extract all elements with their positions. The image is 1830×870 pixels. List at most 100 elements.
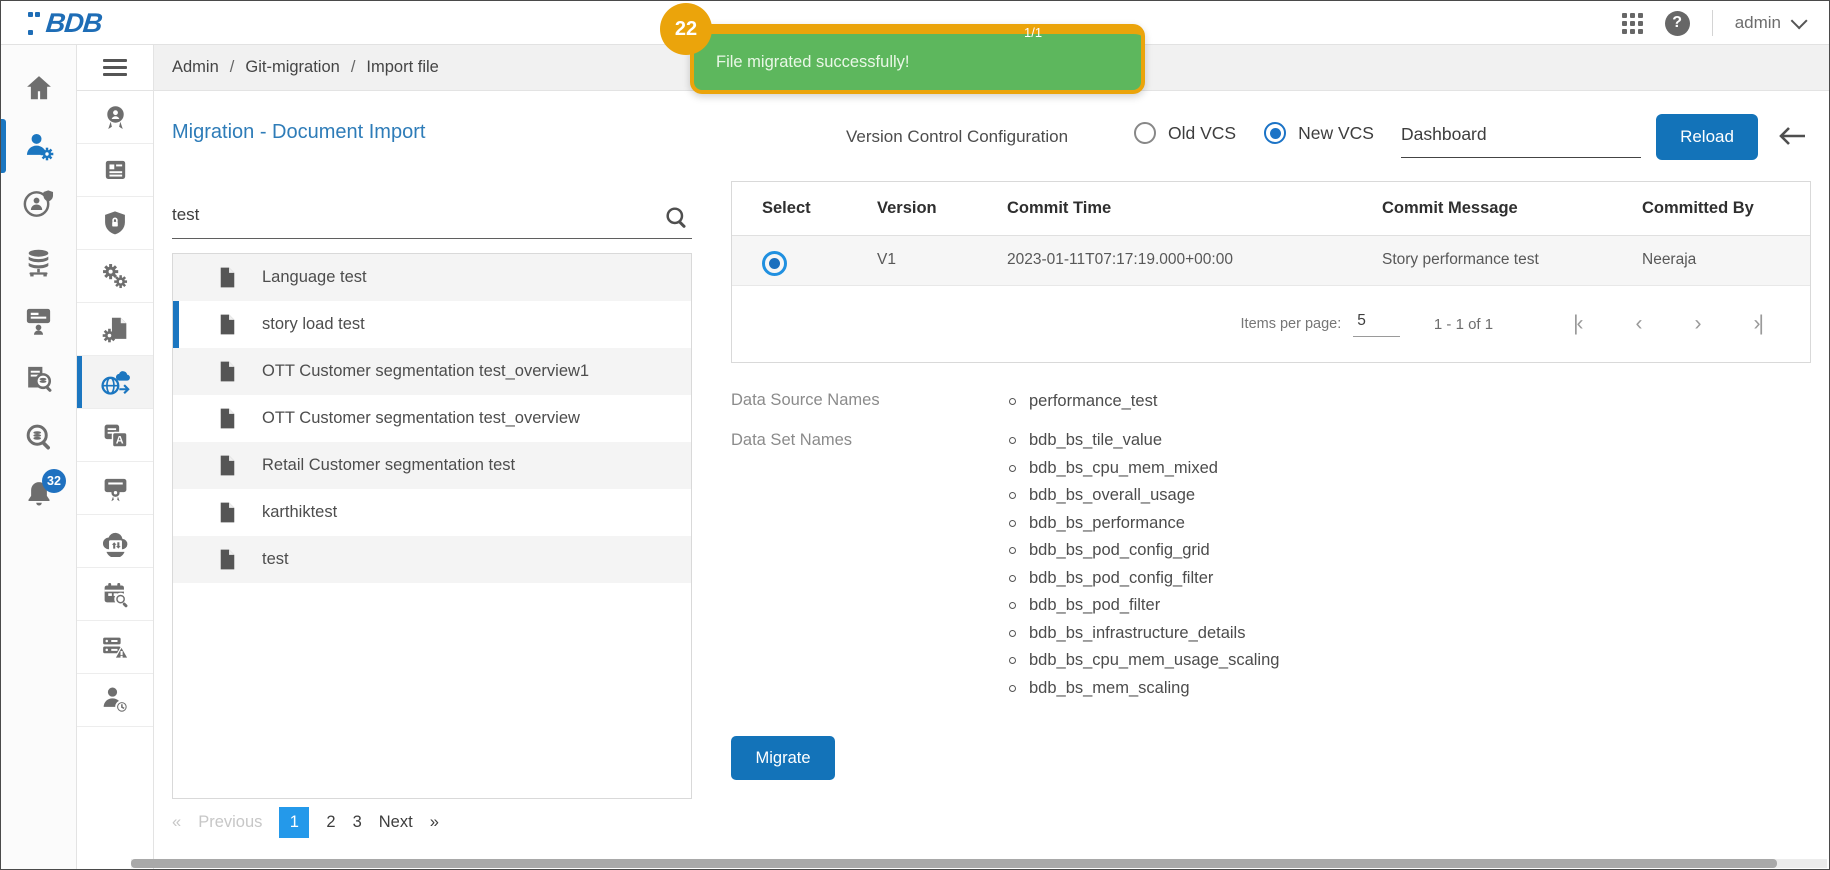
user-shield-icon [23, 188, 55, 220]
new-vcs-label[interactable]: New VCS [1298, 123, 1374, 144]
scrollbar-thumb[interactable] [131, 859, 1777, 868]
previous-page-icon[interactable]: ‹ [1636, 312, 1641, 336]
module-item-schedule[interactable] [77, 568, 153, 621]
sidebar-item-datacenter[interactable] [1, 233, 76, 291]
bullet-icon [1009, 398, 1016, 405]
breadcrumb-git-migration[interactable]: Git-migration [245, 58, 339, 77]
module-item-security[interactable] [77, 197, 153, 250]
search-icon[interactable] [664, 205, 690, 231]
file-list-item[interactable]: OTT Customer segmentation test_overview [173, 395, 691, 442]
next-page-icon[interactable]: › [1695, 312, 1700, 336]
data-set-item: bdb_bs_overall_usage [1009, 482, 1279, 510]
col-commit-time: Commit Time [1007, 199, 1111, 218]
apps-grid-icon[interactable] [1622, 13, 1643, 34]
file-list-item-selected[interactable]: story load test [173, 301, 691, 348]
breadcrumb-import-file[interactable]: Import file [366, 58, 438, 77]
old-vcs-radio[interactable] [1134, 122, 1156, 144]
sidebar-item-usage[interactable] [1, 291, 76, 349]
git-migration-icon [99, 366, 132, 399]
file-name: test [262, 550, 289, 569]
page-1-active[interactable]: 1 [279, 807, 309, 838]
document-icon [215, 453, 240, 478]
horizontal-scrollbar [131, 859, 1827, 868]
reload-button[interactable]: Reload [1656, 114, 1758, 160]
module-item-configuration[interactable] [77, 303, 153, 356]
module-item-admin-badge[interactable] [77, 91, 153, 144]
menu-toggle[interactable] [77, 45, 153, 91]
module-item-billing[interactable] [77, 144, 153, 197]
file-name: OTT Customer segmentation test_overview1 [262, 362, 589, 381]
sidebar-item-customer[interactable] [1, 175, 76, 233]
sidebar-item-data-search[interactable] [1, 407, 76, 465]
bullet-icon [1009, 492, 1016, 499]
cell-commit-message: Story performance test [1382, 251, 1539, 269]
document-audit-icon [23, 363, 54, 394]
home-icon [24, 73, 54, 103]
file-name: Retail Customer segmentation test [262, 456, 515, 475]
data-set-item: bdb_bs_mem_scaling [1009, 675, 1279, 703]
page-3[interactable]: 3 [353, 813, 362, 832]
admin-badge-icon [101, 103, 130, 132]
module-item-certificate[interactable] [77, 462, 153, 515]
breadcrumb-separator: / [351, 58, 356, 77]
bullet-icon [1009, 520, 1016, 527]
search-input[interactable] [172, 199, 642, 231]
sidebar-item-admin[interactable] [1, 117, 76, 175]
module-item-user-activity[interactable] [77, 674, 153, 727]
sidebar-item-document-audit[interactable] [1, 349, 76, 407]
file-list-item[interactable]: karthiktest [173, 489, 691, 536]
module-item-git-migration[interactable] [77, 356, 153, 409]
module-item-cloud-transfer[interactable] [77, 515, 153, 568]
data-set-names-list: bdb_bs_tile_value bdb_bs_cpu_mem_mixed b… [1009, 427, 1279, 702]
sidebar-item-notifications[interactable]: 32 [1, 465, 76, 523]
file-list-item[interactable]: Language test [173, 254, 691, 301]
data-set-item: bdb_bs_performance [1009, 510, 1279, 538]
last-page-icon[interactable]: ›| [1754, 312, 1762, 336]
module-item-server-monitor[interactable] [77, 621, 153, 674]
cloud-transfer-icon [100, 526, 131, 557]
back-arrow-icon[interactable] [1776, 123, 1808, 154]
document-icon [215, 312, 240, 337]
prev-page-button[interactable]: Previous [198, 813, 262, 832]
next-page-button[interactable]: Next [379, 813, 413, 832]
next-page-symbol[interactable]: » [430, 813, 439, 832]
file-name: OTT Customer segmentation test_overview [262, 409, 580, 428]
bdb-logo[interactable]: BDB [27, 6, 102, 40]
row-select-radio[interactable] [762, 251, 787, 276]
sidebar-item-home[interactable] [1, 59, 76, 117]
module-select[interactable]: Dashboard [1401, 124, 1641, 158]
data-source-names-label: Data Source Names [731, 391, 880, 410]
data-set-item: bdb_bs_pod_config_filter [1009, 565, 1279, 593]
language-translate-icon: A [101, 421, 130, 450]
cell-version: V1 [877, 251, 896, 269]
page-2[interactable]: 2 [326, 813, 335, 832]
new-vcs-radio[interactable] [1264, 122, 1286, 144]
breadcrumb-separator: / [230, 58, 235, 77]
data-source-names-list: performance_test [1009, 388, 1157, 416]
prev-page-symbol[interactable]: « [172, 813, 181, 832]
vcs-radio-group: Old VCS New VCS [1134, 122, 1390, 144]
document-icon [215, 265, 240, 290]
document-icon [215, 547, 240, 572]
help-icon[interactable]: ? [1665, 11, 1690, 36]
user-activity-icon [100, 685, 130, 715]
file-list-item[interactable]: OTT Customer segmentation test_overview1 [173, 348, 691, 395]
user-settings-icon [23, 130, 55, 162]
first-page-icon[interactable]: |‹ [1573, 312, 1581, 336]
schedule-search-icon [101, 580, 130, 609]
data-set-item: bdb_bs_cpu_mem_usage_scaling [1009, 647, 1279, 675]
module-item-language[interactable]: A [77, 409, 153, 462]
module-item-settings[interactable] [77, 250, 153, 303]
bullet-icon [1009, 575, 1016, 582]
file-name: Language test [262, 268, 367, 287]
main-content: Migration - Document Import Version Cont… [154, 91, 1829, 869]
col-committed-by: Committed By [1642, 199, 1754, 218]
migrate-button[interactable]: Migrate [731, 736, 835, 780]
file-list-item[interactable]: test [173, 536, 691, 583]
breadcrumb-admin[interactable]: Admin [172, 58, 219, 77]
items-per-page-value[interactable]: 5 [1353, 312, 1400, 337]
old-vcs-label[interactable]: Old VCS [1168, 123, 1236, 144]
user-menu[interactable]: admin [1735, 13, 1803, 33]
file-list-item[interactable]: Retail Customer segmentation test [173, 442, 691, 489]
vcs-config-label: Version Control Configuration [846, 127, 1068, 147]
